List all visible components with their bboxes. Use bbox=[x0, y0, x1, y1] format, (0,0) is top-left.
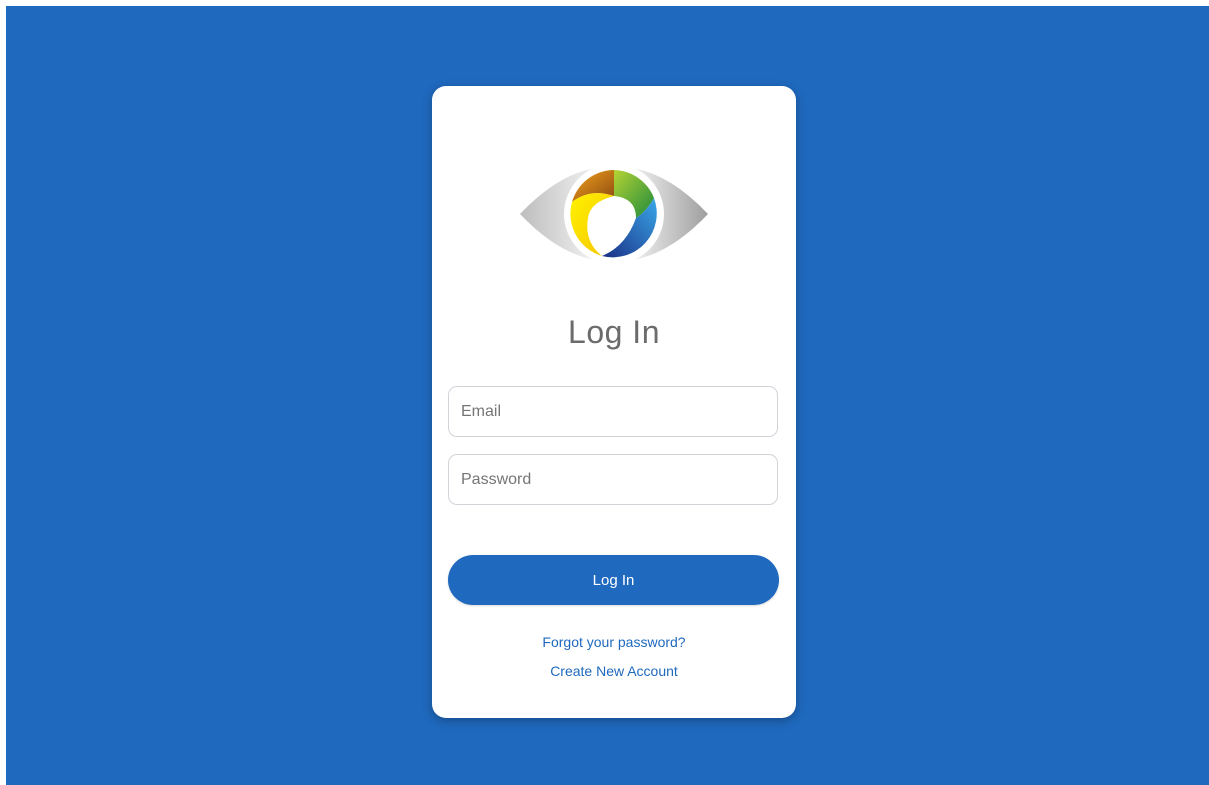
create-account-link[interactable]: Create New Account bbox=[432, 663, 796, 679]
email-field[interactable] bbox=[448, 386, 778, 437]
login-card: Log In Log In Forgot your password? Crea… bbox=[432, 86, 796, 718]
page-title: Log In bbox=[568, 314, 660, 350]
page-background: Log In Log In Forgot your password? Crea… bbox=[6, 6, 1209, 785]
password-field[interactable] bbox=[448, 454, 778, 505]
log-in-button[interactable]: Log In bbox=[448, 555, 779, 605]
forgot-password-link[interactable]: Forgot your password? bbox=[432, 634, 796, 650]
eye-logo-icon bbox=[518, 162, 710, 266]
